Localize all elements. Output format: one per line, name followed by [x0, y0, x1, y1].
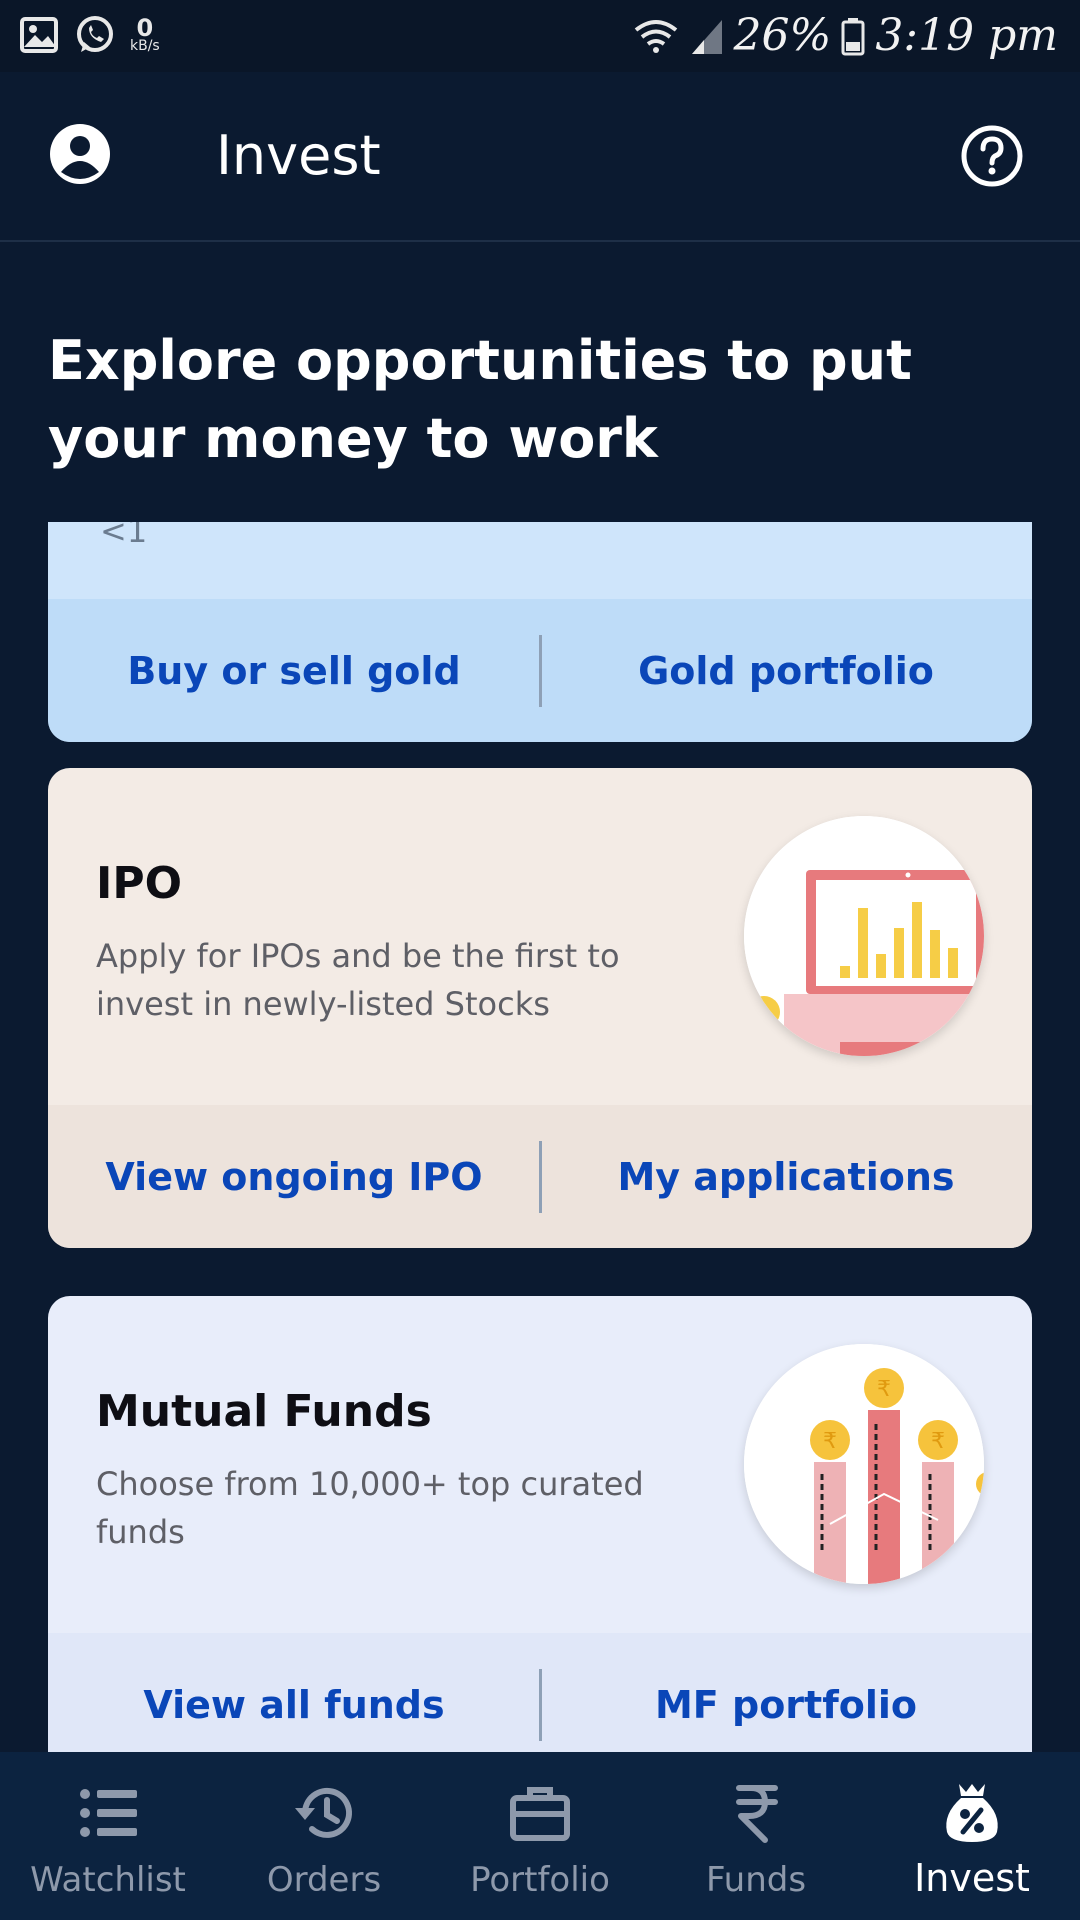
status-bar: 0 kB/s 26% 3:19 pm: [0, 0, 1080, 72]
ipo-card[interactable]: IPO Apply for IPOs and be the first to i…: [48, 768, 1032, 1248]
signal-icon: [691, 19, 722, 54]
view-ongoing-ipo-button[interactable]: View ongoing IPO: [48, 1105, 540, 1248]
status-bar-left: 0 kB/s: [20, 14, 160, 56]
buy-sell-gold-button[interactable]: Buy or sell gold: [48, 599, 540, 742]
rupee-coins-bars-illustration: ₹ ₹ ₹: [744, 1344, 984, 1584]
briefcase-icon: [510, 1787, 570, 1841]
nav-portfolio[interactable]: Portfolio: [432, 1752, 648, 1920]
mf-portfolio-button[interactable]: MF portfolio: [540, 1633, 1032, 1752]
nav-orders[interactable]: Orders: [216, 1752, 432, 1920]
bottom-navigation: Watchlist Orders Portfolio Funds Invest: [0, 1752, 1080, 1920]
wifi-icon: [634, 19, 677, 53]
nav-label: Portfolio: [470, 1860, 610, 1900]
net-speed-unit: kB/s: [130, 38, 160, 54]
view-all-funds-button[interactable]: View all funds: [48, 1633, 540, 1752]
gold-card-peek-text: <1: [100, 522, 148, 550]
nav-funds[interactable]: Funds: [648, 1752, 864, 1920]
list-icon: [80, 1789, 137, 1837]
account-icon[interactable]: [48, 122, 112, 186]
mutual-funds-card-description: Choose from 10,000+ top curated funds: [96, 1465, 644, 1551]
mutual-funds-card-title: Mutual Funds: [96, 1386, 432, 1437]
battery-percent: 26%: [733, 10, 832, 61]
nav-invest[interactable]: Invest: [864, 1752, 1080, 1920]
gold-portfolio-button[interactable]: Gold portfolio: [540, 599, 1032, 742]
page-title: Invest: [216, 124, 381, 187]
gold-card: <1 Buy or sell gold Gold portfolio: [48, 522, 1032, 742]
nav-label: Orders: [266, 1860, 382, 1900]
svg-text:₹: ₹: [823, 1429, 837, 1454]
clock: 3:19 pm: [875, 10, 1058, 61]
whatsapp-icon: [77, 16, 113, 52]
battery-icon: [841, 17, 865, 55]
app-bar: Invest: [0, 72, 1080, 242]
ipo-card-title: IPO: [96, 858, 183, 909]
history-icon: [295, 1787, 352, 1838]
my-applications-button[interactable]: My applications: [540, 1105, 1032, 1248]
nav-label: Watchlist: [30, 1860, 186, 1900]
ipo-card-actions: View ongoing IPO My applications: [48, 1105, 1032, 1248]
svg-text:₹: ₹: [877, 1377, 891, 1402]
mutual-funds-card-actions: View all funds MF portfolio: [48, 1633, 1032, 1752]
hero-heading: Explore opportunities to put your money …: [48, 329, 912, 470]
mutual-funds-card[interactable]: Mutual Funds Choose from 10,000+ top cur…: [48, 1296, 1032, 1752]
gold-card-actions: Buy or sell gold Gold portfolio: [48, 599, 1032, 742]
net-speed-value: 0: [136, 14, 154, 42]
gallery-icon: [20, 17, 58, 53]
nav-watchlist[interactable]: Watchlist: [0, 1752, 216, 1920]
svg-text:₹: ₹: [931, 1429, 945, 1454]
help-icon[interactable]: [960, 124, 1024, 188]
status-bar-right: 26% 3:19 pm: [632, 10, 1058, 61]
money-bag-icon: [946, 1784, 998, 1842]
nav-label: Funds: [705, 1860, 807, 1900]
nav-label: Invest: [914, 1856, 1030, 1900]
ipo-card-description: Apply for IPOs and be the first to inves…: [96, 937, 620, 1023]
card-list[interactable]: <1 Buy or sell gold Gold portfolio IPO A…: [0, 522, 1080, 1752]
net-speed: 0 kB/s: [130, 14, 160, 54]
rupee-icon: [736, 1785, 778, 1843]
laptop-chart-illustration: [744, 816, 984, 1056]
